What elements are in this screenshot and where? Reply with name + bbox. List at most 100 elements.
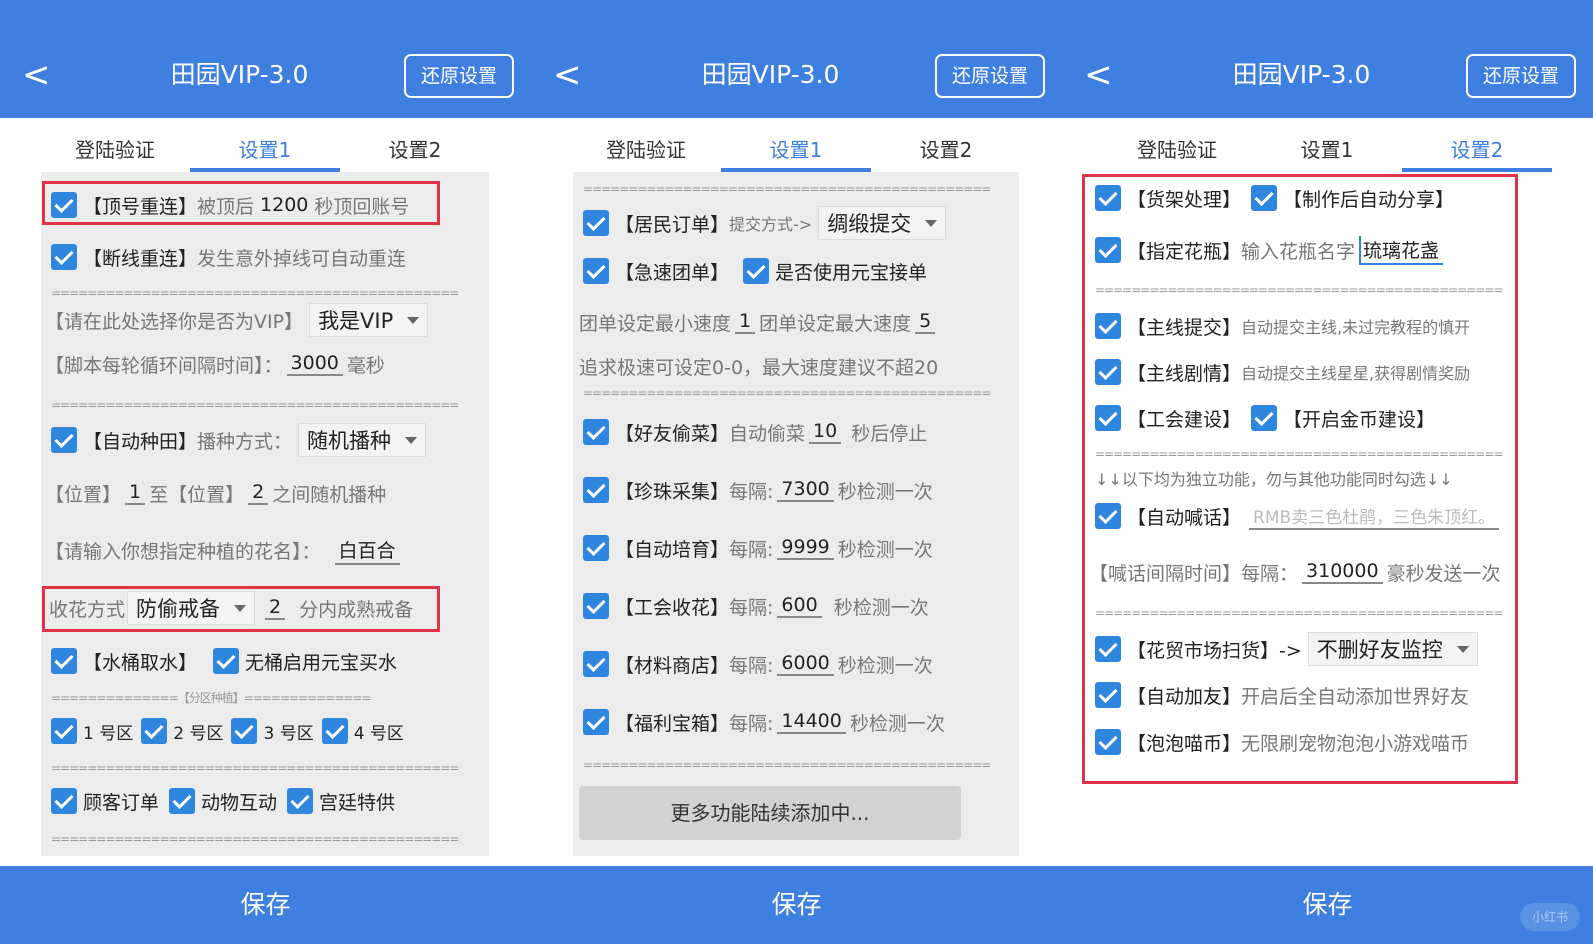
submit-mode-select[interactable]: 绸缎提交 bbox=[818, 206, 947, 240]
tab-settings2[interactable]: 设置2 bbox=[1402, 136, 1552, 172]
shout-message-input[interactable]: RMB卖三色杜鹃，三色朱顶红。 bbox=[1249, 503, 1500, 530]
checkmark-icon[interactable] bbox=[583, 651, 609, 677]
juqing-desc: 自动提交主线星星,获得剧情奖励 bbox=[1241, 364, 1471, 383]
header-bar: < 田园VIP-3.0 还原设置 bbox=[1062, 0, 1593, 118]
save-button[interactable]: 保存 bbox=[531, 866, 1062, 944]
settings-content[interactable]: 【顶号重连】 被顶后 1200 秒顶回账号 【断线重连】 发生意外掉线可自动重连… bbox=[41, 172, 489, 856]
vip-select[interactable]: 我是VIP bbox=[309, 303, 429, 337]
tab-settings1[interactable]: 设置1 bbox=[1252, 136, 1402, 172]
checkmark-icon[interactable] bbox=[1095, 313, 1121, 339]
separator: ========================================… bbox=[583, 758, 991, 772]
hanhua-row: 【自动喊话】 RMB卖三色杜鹃，三色朱顶红。 bbox=[1095, 499, 1500, 533]
jiayou-desc: 开启后全自动添加世界好友 bbox=[1241, 685, 1470, 708]
checkmark-icon[interactable] bbox=[1095, 729, 1121, 755]
checkmark-icon[interactable] bbox=[583, 419, 609, 445]
settings-content[interactable]: ========================================… bbox=[573, 172, 1019, 856]
checkmark-icon[interactable] bbox=[51, 427, 77, 453]
settings-content-highlighted[interactable]: 【货架处理】 【制作后自动分享】 【指定花瓶】 输入花瓶名字 琉璃花盏 ====… bbox=[1082, 174, 1518, 784]
checkmark-icon[interactable] bbox=[51, 718, 77, 744]
position-to-input[interactable]: 2 bbox=[248, 481, 269, 505]
tab-settings1[interactable]: 设置1 bbox=[190, 136, 340, 172]
separator: ========================================… bbox=[1095, 447, 1503, 461]
checkmark-icon[interactable] bbox=[1095, 185, 1121, 211]
palace-supply-label: 宫廷特供 bbox=[319, 791, 396, 814]
restore-settings-button[interactable]: 还原设置 bbox=[404, 54, 514, 98]
feature-input[interactable]: 6000 bbox=[777, 652, 834, 676]
tab-login-verify[interactable]: 登陆验证 bbox=[571, 136, 721, 172]
checkmark-icon[interactable] bbox=[583, 535, 609, 561]
position-from-input[interactable]: 1 bbox=[125, 481, 146, 505]
tab-settings2[interactable]: 设置2 bbox=[871, 136, 1021, 172]
checkmark-icon[interactable] bbox=[583, 210, 609, 236]
feature-input[interactable]: 7300 bbox=[777, 478, 834, 502]
hanhua-interval-input[interactable]: 310000 bbox=[1302, 560, 1383, 584]
zones-row: 1 号区 2 号区 3 号区 4 号区 bbox=[51, 714, 404, 748]
checkmark-icon[interactable] bbox=[213, 648, 240, 674]
checkmark-icon[interactable] bbox=[583, 709, 609, 735]
vip-row: 【请在此处选择你是否为VIP】 我是VIP bbox=[45, 303, 429, 337]
feature-label: 【工会收花】 bbox=[615, 596, 730, 619]
interval-input[interactable]: 3000 bbox=[286, 352, 343, 376]
tab-bar: 登陆验证 设置1 设置2 bbox=[1062, 130, 1593, 172]
checkmark-icon[interactable] bbox=[743, 258, 770, 284]
separator: ========================================… bbox=[51, 286, 459, 300]
checkmark-icon[interactable] bbox=[1095, 503, 1121, 529]
restore-settings-button[interactable]: 还原设置 bbox=[1466, 54, 1576, 98]
feature-input[interactable]: 600 bbox=[777, 594, 822, 618]
save-button[interactable]: 保存 bbox=[1062, 866, 1593, 944]
checkmark-icon[interactable] bbox=[231, 718, 258, 744]
checkmark-icon[interactable] bbox=[51, 788, 77, 814]
feature-input[interactable]: 10 bbox=[809, 420, 842, 444]
jumin-label: 【居民订单】 bbox=[615, 213, 730, 236]
tab-settings2[interactable]: 设置2 bbox=[340, 136, 490, 172]
flower-input[interactable]: 白百合 bbox=[334, 536, 400, 565]
interval-label: 【脚本每轮循环间隔时间】： bbox=[45, 354, 283, 377]
checkmark-icon[interactable] bbox=[1095, 682, 1121, 708]
feature-row: 【好友偷菜】 自动偷菜 10 秒后停止 bbox=[583, 415, 927, 449]
restore-settings-button[interactable]: 还原设置 bbox=[935, 54, 1045, 98]
checkmark-icon[interactable] bbox=[583, 258, 609, 284]
tab-login-verify[interactable]: 登陆验证 bbox=[40, 136, 190, 172]
header-bar: < 田园VIP-3.0 还原设置 bbox=[531, 0, 1062, 118]
tab-settings1[interactable]: 设置1 bbox=[721, 136, 871, 172]
tab-login-verify[interactable]: 登陆验证 bbox=[1102, 136, 1252, 172]
speed-max-input[interactable]: 5 bbox=[915, 310, 936, 334]
caret-down-icon bbox=[405, 436, 418, 444]
checkmark-icon[interactable] bbox=[287, 788, 314, 814]
checkmark-icon[interactable] bbox=[169, 788, 196, 814]
market-mode-select[interactable]: 不删好友监控 bbox=[1307, 632, 1478, 666]
sow-mode-select[interactable]: 随机播种 bbox=[298, 423, 427, 457]
huaping-row: 【指定花瓶】 输入花瓶名字 琉璃花盏 bbox=[1095, 233, 1447, 267]
checkmark-icon[interactable] bbox=[1251, 185, 1278, 211]
feature-pre: 自动偷菜 bbox=[729, 422, 806, 445]
jisu-extra: 是否使用元宝接单 bbox=[775, 261, 928, 284]
jiayou-label: 【自动加友】 bbox=[1127, 685, 1242, 708]
tab-bar: 登陆验证 设置1 设置2 bbox=[531, 130, 1062, 172]
checkmark-icon[interactable] bbox=[51, 648, 77, 674]
checkmark-icon[interactable] bbox=[583, 593, 609, 619]
save-button[interactable]: 保存 bbox=[0, 866, 531, 944]
feature-input[interactable]: 14400 bbox=[777, 710, 846, 734]
gonghui-label: 【工会建设】 bbox=[1127, 408, 1242, 431]
checkmark-icon[interactable] bbox=[1251, 405, 1278, 431]
position-suffix: 之间随机播种 bbox=[272, 483, 387, 506]
checkmark-icon[interactable] bbox=[321, 718, 348, 744]
feature-pre: 每隔: bbox=[729, 480, 774, 503]
checkmark-icon[interactable] bbox=[583, 477, 609, 503]
feature-input[interactable]: 9999 bbox=[777, 536, 834, 560]
checkmark-icon[interactable] bbox=[141, 718, 168, 744]
feature-pre: 每隔: bbox=[729, 538, 774, 561]
checkmark-icon[interactable] bbox=[1095, 636, 1121, 662]
vase-name-input[interactable]: 琉璃花盏 bbox=[1359, 235, 1444, 265]
speed-min-input[interactable]: 1 bbox=[735, 310, 756, 334]
jumin-row: 【居民订单】 提交方式-> 绸缎提交 bbox=[583, 206, 947, 240]
checkmark-icon[interactable] bbox=[1095, 237, 1121, 263]
more-features-button[interactable]: 更多功能陆续添加中... bbox=[579, 786, 961, 840]
feature-label: 【好友偷菜】 bbox=[615, 422, 730, 445]
zhuxian-desc: 自动提交主线,未过完教程的慎开 bbox=[1241, 318, 1471, 337]
huojia-label: 【货架处理】 bbox=[1127, 188, 1242, 211]
checkmark-icon[interactable] bbox=[1095, 359, 1121, 385]
feature-row: 【自动培育】 每隔: 9999 秒检测一次 bbox=[583, 531, 933, 565]
checkmark-icon[interactable] bbox=[1095, 405, 1121, 431]
checkmark-icon[interactable] bbox=[51, 244, 77, 270]
